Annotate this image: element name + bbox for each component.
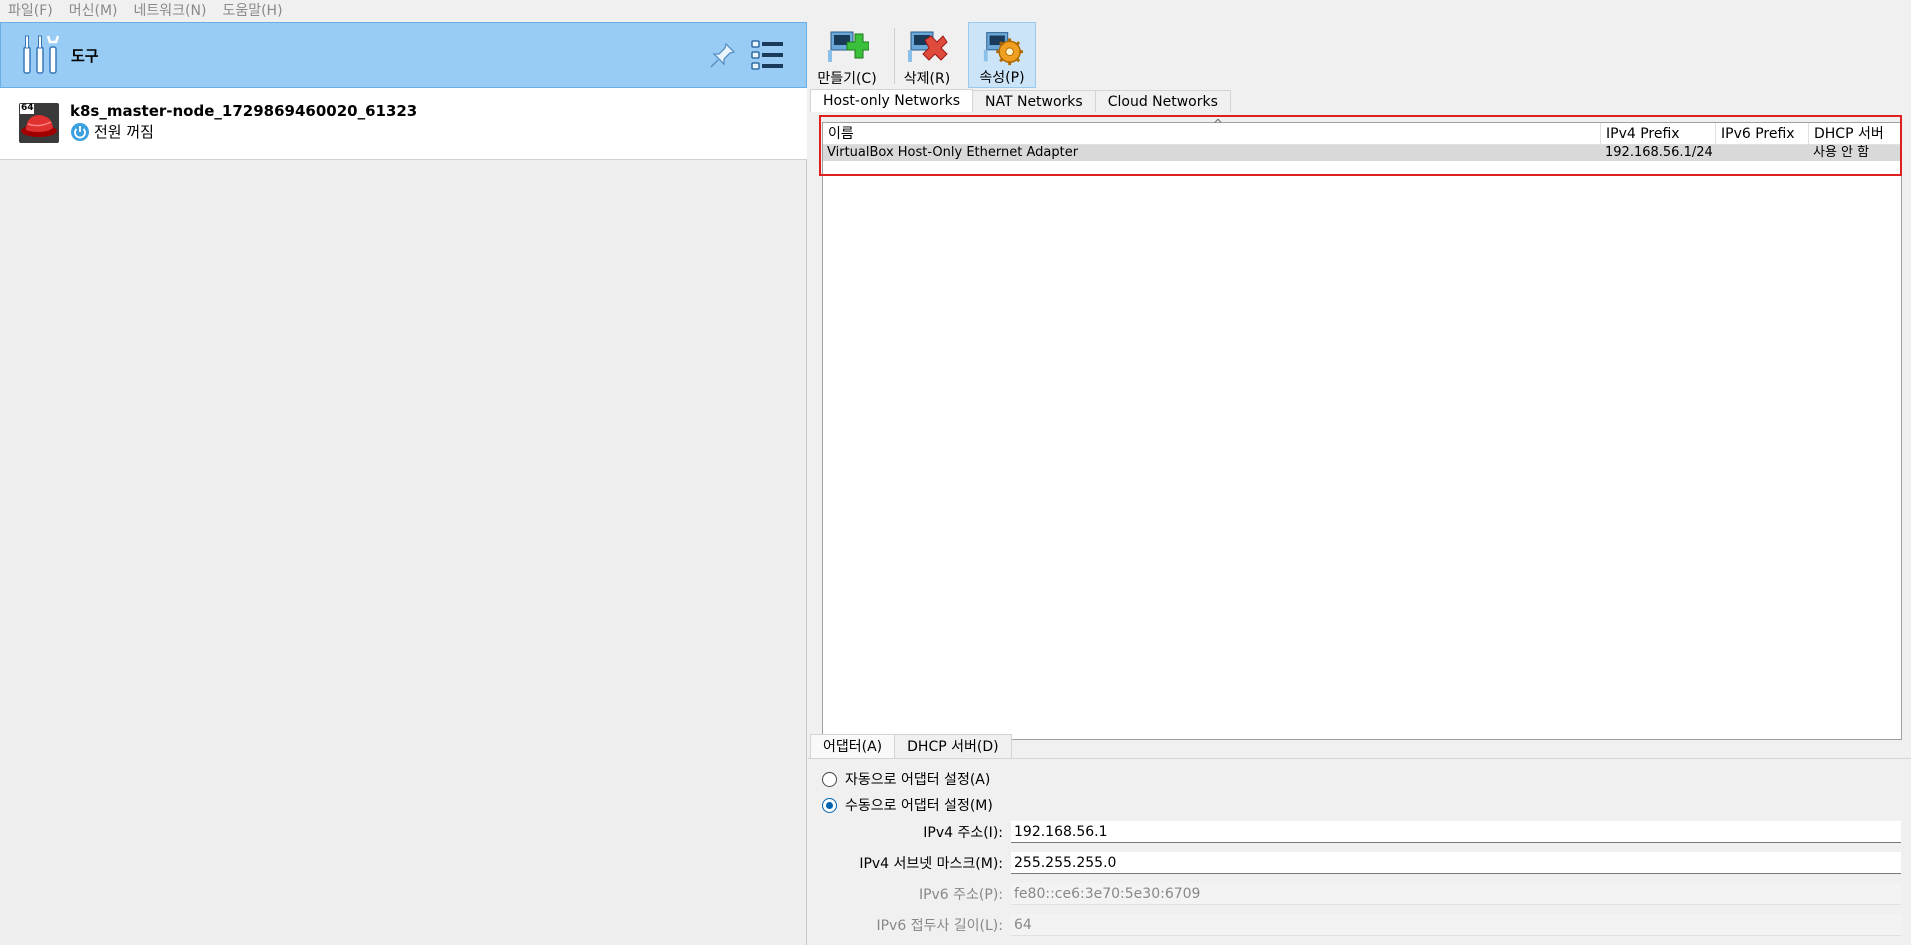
- column-dhcp-server[interactable]: DHCP 서버: [1809, 123, 1901, 145]
- ipv4-address-row: IPv4 주소(I):: [808, 821, 1911, 845]
- power-off-icon: [71, 122, 89, 141]
- column-ipv6-prefix[interactable]: IPv6 Prefix: [1716, 123, 1809, 145]
- ipv6-address-label: IPv6 주소(P):: [918, 887, 1003, 903]
- properties-gear-icon: [983, 32, 1023, 66]
- remove-label: 삭제(R): [903, 71, 951, 87]
- remove-network-icon: [908, 31, 948, 62]
- manual-config-option[interactable]: 수동으로 어댑터 설정(M): [822, 795, 993, 815]
- auto-config-option[interactable]: 자동으로 어댑터 설정(A): [822, 769, 990, 789]
- auto-config-radio[interactable]: [822, 771, 837, 787]
- os-bitness-badge: 64: [21, 103, 34, 113]
- tools-item[interactable]: 도구: [0, 22, 807, 88]
- ipv4-address-field[interactable]: [1011, 821, 1901, 843]
- auto-config-label: 자동으로 어댑터 설정(A): [845, 772, 991, 788]
- network-manager-pane: 만들기(C) 삭제(R) 속성(P) Host-only Networks NA…: [808, 22, 1911, 945]
- remove-button[interactable]: 삭제(R): [900, 22, 954, 88]
- ipv4-address-label: IPv4 주소(I):: [923, 825, 1003, 841]
- tab-nat[interactable]: NAT Networks: [972, 90, 1096, 112]
- properties-label: 속성(P): [979, 70, 1025, 86]
- cell-dhcp: 사용 안 함: [1813, 145, 1870, 160]
- vm-name: k8s_master-node_1729869460020_61323: [70, 102, 418, 120]
- ipv6-prefix-field: [1011, 914, 1901, 936]
- machine-list-pane: 도구 64 k8s_master-node_1729869460020_6132…: [0, 22, 807, 945]
- detail-tabs: 어댑터(A) DHCP 서버(D): [810, 734, 1012, 758]
- tools-icon: [23, 35, 59, 74]
- column-name[interactable]: 이름: [823, 123, 1601, 145]
- network-toolbar: 만들기(C) 삭제(R) 속성(P): [808, 22, 1911, 90]
- manual-config-radio[interactable]: [822, 797, 837, 813]
- menu-bar: 파일(F) 머신(M) 네트워크(N) 도움말(H): [0, 0, 1911, 22]
- pin-icon[interactable]: [708, 40, 738, 70]
- tab-adapter[interactable]: 어댑터(A): [810, 734, 896, 758]
- table-row[interactable]: VirtualBox Host-Only Ethernet Adapter 19…: [823, 145, 1901, 161]
- properties-button[interactable]: 속성(P): [968, 22, 1036, 88]
- ipv6-prefix-row: IPv6 접두사 길이(L):: [808, 914, 1911, 938]
- host-network-table: ^ 이름 IPv4 Prefix IPv6 Prefix DHCP 서버 Vir…: [822, 117, 1902, 740]
- ipv6-prefix-label: IPv6 접두사 길이(L):: [876, 918, 1003, 934]
- manual-config-label: 수동으로 어댑터 설정(M): [845, 798, 993, 814]
- menu-list-icon[interactable]: [751, 38, 785, 72]
- tab-cloud[interactable]: Cloud Networks: [1094, 90, 1231, 112]
- menu-network[interactable]: 네트워크(N): [126, 0, 215, 22]
- create-network-icon: [828, 31, 869, 62]
- menu-file[interactable]: 파일(F): [0, 0, 61, 22]
- column-ipv4-prefix[interactable]: IPv4 Prefix: [1601, 123, 1716, 145]
- tab-host-only[interactable]: Host-only Networks: [810, 89, 973, 112]
- ipv4-mask-row: IPv4 서브넷 마스크(M):: [808, 852, 1911, 876]
- create-button[interactable]: 만들기(C): [814, 22, 880, 88]
- ipv4-mask-label: IPv4 서브넷 마스크(M):: [859, 856, 1003, 872]
- tools-label: 도구: [71, 47, 99, 65]
- cell-ipv6: [1716, 145, 1809, 161]
- create-label: 만들기(C): [817, 71, 877, 87]
- table-header: ^ 이름 IPv4 Prefix IPv6 Prefix DHCP 서버: [823, 117, 1901, 145]
- cell-ipv4: 192.168.56.1/24: [1605, 145, 1713, 160]
- adapter-settings: 자동으로 어댑터 설정(A) 수동으로 어댑터 설정(M) IPv4 주소(I)…: [808, 758, 1911, 945]
- vm-list-item[interactable]: 64 k8s_master-node_1729869460020_61323 전…: [0, 88, 807, 160]
- network-type-tabs: Host-only Networks NAT Networks Cloud Ne…: [810, 89, 1231, 112]
- ipv4-mask-field[interactable]: [1011, 852, 1901, 874]
- menu-help[interactable]: 도움말(H): [214, 0, 290, 22]
- menu-machine[interactable]: 머신(M): [61, 0, 126, 22]
- ipv6-address-field: [1011, 883, 1901, 905]
- cell-name: VirtualBox Host-Only Ethernet Adapter: [827, 145, 1079, 160]
- vm-state: 전원 꺼짐: [70, 121, 154, 142]
- tab-dhcp-server[interactable]: DHCP 서버(D): [894, 734, 1012, 758]
- vm-state-label: 전원 꺼짐: [94, 123, 154, 141]
- toolbar-separator: [894, 28, 895, 84]
- ipv6-address-row: IPv6 주소(P):: [808, 883, 1911, 907]
